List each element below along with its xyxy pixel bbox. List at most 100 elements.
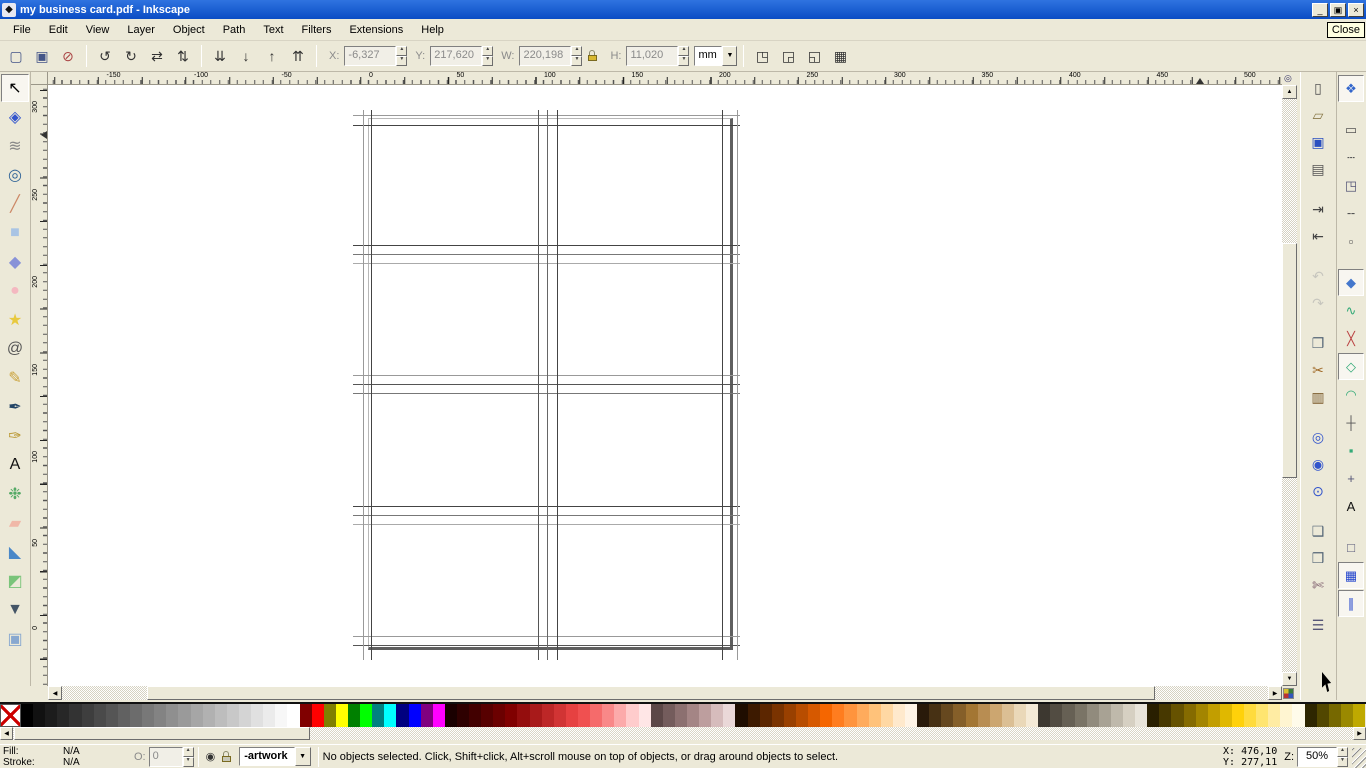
color-swatch[interactable]	[578, 704, 590, 727]
tweak-tool[interactable]: ≋	[1, 132, 29, 160]
color-swatch[interactable]	[348, 704, 360, 727]
color-swatch[interactable]	[118, 704, 130, 727]
menu-path[interactable]: Path	[214, 21, 255, 39]
connector-tool[interactable]: ▣	[1, 625, 29, 653]
minimize-button[interactable]: _	[1312, 3, 1328, 17]
color-swatch[interactable]	[215, 704, 227, 727]
cut-button[interactable]: ✂	[1305, 357, 1331, 383]
current-layer-name[interactable]: -artwork	[239, 747, 294, 766]
color-swatch[interactable]	[748, 704, 760, 727]
select-all-button[interactable]: ▢	[4, 44, 28, 68]
dropper-tool[interactable]: ▼	[1, 596, 29, 624]
color-swatch[interactable]	[1075, 704, 1087, 727]
color-swatch[interactable]	[517, 704, 529, 727]
color-swatch[interactable]	[784, 704, 796, 727]
menu-object[interactable]: Object	[164, 21, 214, 39]
canvas[interactable]	[48, 85, 1282, 686]
menu-filters[interactable]: Filters	[293, 21, 341, 39]
color-swatch[interactable]	[978, 704, 990, 727]
horizontal-scrollbar-thumb[interactable]	[147, 686, 1155, 700]
node-tool[interactable]: ◈	[1, 103, 29, 131]
snap-bbox-edges-toggle[interactable]: ┄	[1338, 144, 1364, 171]
spin-down-icon[interactable]: ▼	[183, 757, 194, 767]
color-swatch[interactable]	[820, 704, 832, 727]
w-spinner[interactable]: ▲▼	[571, 46, 582, 66]
color-swatch[interactable]	[651, 704, 663, 727]
color-swatch[interactable]	[360, 704, 372, 727]
color-swatch[interactable]	[796, 704, 808, 727]
color-swatch[interactable]	[1329, 704, 1341, 727]
color-swatch[interactable]	[929, 704, 941, 727]
color-swatch[interactable]	[227, 704, 239, 727]
spin-up-icon[interactable]: ▲	[482, 46, 493, 56]
color-swatch[interactable]	[45, 704, 57, 727]
color-swatch[interactable]	[1062, 704, 1074, 727]
print-button[interactable]: ▤	[1305, 156, 1331, 182]
x-field[interactable]: -6,327▲▼	[344, 46, 407, 66]
color-swatch[interactable]	[1111, 704, 1123, 727]
redo-button[interactable]: ↷	[1305, 290, 1331, 316]
selector-tool[interactable]: ↖	[1, 74, 29, 102]
color-swatch[interactable]	[94, 704, 106, 727]
scroll-up-button[interactable]: ▲	[1282, 85, 1297, 99]
snap-page-border-toggle[interactable]: □	[1338, 534, 1364, 561]
vertical-scrollbar-thumb[interactable]	[1282, 243, 1297, 478]
color-swatch[interactable]	[372, 704, 384, 727]
h-field[interactable]: 11,020▲▼	[626, 46, 689, 66]
color-swatch[interactable]	[542, 704, 554, 727]
snap-cusp-nodes-toggle[interactable]: ◇	[1338, 353, 1364, 380]
eraser-tool[interactable]: ▰	[1, 509, 29, 537]
enable-snapping-toggle[interactable]: ❖	[1338, 75, 1364, 102]
snap-bbox-centers-toggle[interactable]: ▫	[1338, 228, 1364, 255]
zoom-field[interactable]: 50%▲▼	[1297, 747, 1348, 767]
color-swatch[interactable]	[481, 704, 493, 727]
paste-button[interactable]: ▥	[1305, 384, 1331, 410]
color-swatch[interactable]	[312, 704, 324, 727]
color-swatch[interactable]	[1317, 704, 1329, 727]
lower-to-bottom-button[interactable]: ⇊	[208, 44, 232, 68]
chevron-down-icon[interactable]: ▼	[722, 46, 737, 66]
color-swatch[interactable]	[1026, 704, 1038, 727]
pencil-tool[interactable]: ✎	[1, 364, 29, 392]
spin-down-icon[interactable]: ▼	[1337, 757, 1348, 767]
color-swatch[interactable]	[409, 704, 421, 727]
color-swatch[interactable]	[203, 704, 215, 727]
color-swatch[interactable]	[33, 704, 45, 727]
color-swatch[interactable]	[106, 704, 118, 727]
color-swatch[interactable]	[82, 704, 94, 727]
snap-text-baseline-toggle[interactable]: A	[1338, 493, 1364, 520]
color-swatch[interactable]	[699, 704, 711, 727]
snap-line-midpoints-toggle[interactable]: ┼	[1338, 409, 1364, 436]
spin-down-icon[interactable]: ▼	[396, 56, 407, 66]
create-clone-button[interactable]: ❒	[1305, 545, 1331, 571]
box3d-tool[interactable]: ◆	[1, 248, 29, 276]
color-swatch[interactable]	[590, 704, 602, 727]
color-swatch[interactable]	[191, 704, 203, 727]
spin-down-icon[interactable]: ▼	[678, 56, 689, 66]
color-swatch[interactable]	[178, 704, 190, 727]
resize-grip[interactable]	[1352, 748, 1366, 768]
color-swatch[interactable]	[1014, 704, 1026, 727]
spin-up-icon[interactable]: ▲	[678, 46, 689, 56]
color-swatch[interactable]	[1135, 704, 1147, 727]
deselect-button[interactable]: ⊘	[56, 44, 80, 68]
color-swatch[interactable]	[711, 704, 723, 727]
color-swatch[interactable]	[626, 704, 638, 727]
menu-view[interactable]: View	[77, 21, 119, 39]
select-all-layers-button[interactable]: ▣	[30, 44, 54, 68]
flip-vertical-button[interactable]: ⇅	[171, 44, 195, 68]
palette-scrollbar-thumb[interactable]	[14, 727, 310, 740]
color-swatch[interactable]	[905, 704, 917, 727]
color-swatch[interactable]	[263, 704, 275, 727]
menu-text[interactable]: Text	[254, 21, 292, 39]
spin-down-icon[interactable]: ▼	[571, 56, 582, 66]
undo-button[interactable]: ↶	[1305, 263, 1331, 289]
spin-up-icon[interactable]: ▲	[571, 46, 582, 56]
color-swatch[interactable]	[336, 704, 348, 727]
x-spinner[interactable]: ▲▼	[396, 46, 407, 66]
color-swatch[interactable]	[953, 704, 965, 727]
gradient-tool[interactable]: ◩	[1, 567, 29, 595]
color-swatch[interactable]	[166, 704, 178, 727]
layer-lock-icon[interactable]	[222, 751, 232, 763]
color-swatch[interactable]	[893, 704, 905, 727]
